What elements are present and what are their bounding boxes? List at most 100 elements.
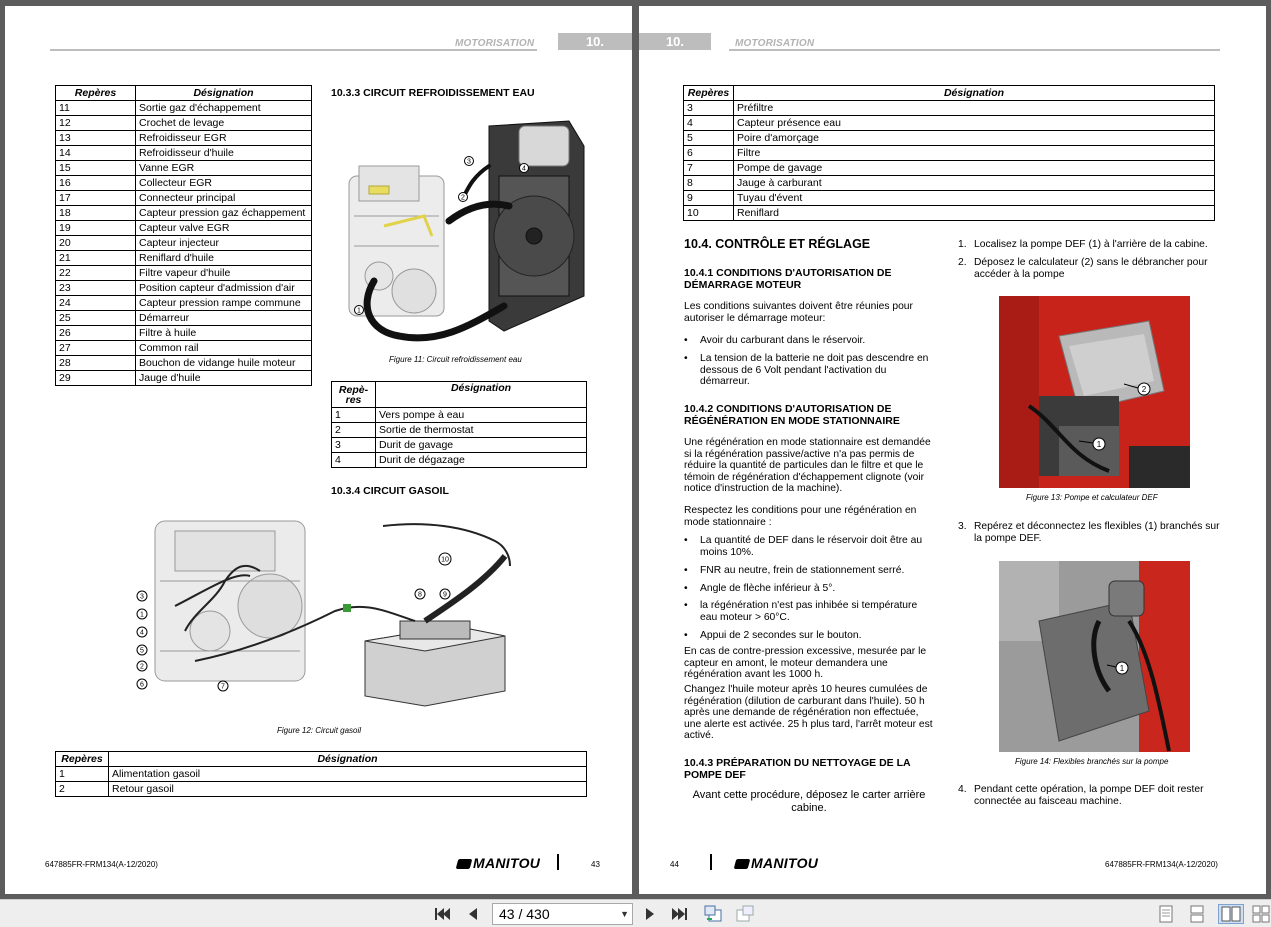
pdf-page-right: 10. MOTORISATION Repères Désignation 3 Pr…: [639, 6, 1266, 894]
table-row: 12 Crochet de levage: [55, 115, 312, 131]
page-dropdown-arrow-icon[interactable]: ▼: [620, 904, 629, 924]
cell-designation: Crochet de levage: [135, 115, 312, 131]
header-title: MOTORISATION: [455, 38, 535, 49]
cell-designation: Retour gasoil: [108, 781, 587, 797]
page-number: 43: [591, 860, 600, 869]
fig11-callout: 1: [357, 308, 361, 315]
cell-repere: 1: [331, 407, 376, 423]
cell-designation: Collecteur EGR: [135, 175, 312, 191]
footer-document-code: 647885FR-FRM134(A-12/2020): [1105, 860, 1218, 869]
bullet-item: • Avoir du carburant dans le réservoir.: [684, 335, 866, 346]
cell-designation: Vers pompe à eau: [375, 407, 587, 423]
cell-designation: Pompe de gavage: [733, 160, 1215, 176]
last-page-button[interactable]: [670, 904, 690, 924]
cell-repere: 3: [683, 100, 734, 116]
facing-view-icon: [1221, 906, 1241, 922]
page-number: 44: [670, 860, 679, 869]
cell-repere: 21: [55, 250, 136, 266]
go-back-view-button[interactable]: [702, 904, 724, 924]
fig12-callout: 6: [140, 682, 144, 689]
col-header-designation: Désignation: [135, 85, 312, 101]
section-heading-1041: 10.4.1 CONDITIONS D'AUTORISATION DE DÉMA…: [684, 267, 892, 291]
single-page-view-icon: [1159, 905, 1173, 923]
manitou-logo: MANITOU: [733, 855, 818, 871]
fig12-callout: 7: [221, 684, 225, 691]
header-chapter-number: 10.: [558, 33, 632, 50]
cell-designation: Préfiltre: [733, 100, 1215, 116]
step-item: 2. Déposez le calculateur (2) sans le déb…: [958, 257, 1208, 280]
col-header-reperes: Repères: [55, 751, 109, 767]
figure-12-caption: Figure 12: Circuit gasoil: [277, 726, 362, 735]
cell-repere: 13: [55, 130, 136, 146]
header-rule: [729, 49, 1220, 51]
cell-repere: 6: [683, 145, 734, 161]
cell-designation: Filtre vapeur d'huile: [135, 265, 312, 281]
cell-designation: Reniflard: [733, 205, 1215, 221]
col-header-reperes: Repè-res: [331, 381, 376, 408]
continuous-facing-view-button[interactable]: [1251, 904, 1271, 924]
cell-designation: Tuyau d'évent: [733, 190, 1215, 206]
cell-designation: Capteur présence eau: [733, 115, 1215, 131]
cell-designation: Jauge d'huile: [135, 370, 312, 386]
bullet-item: • FNR au neutre, frein de stationnement s…: [684, 565, 905, 576]
col-header-reperes: Repères: [55, 85, 136, 101]
table-row: 17 Connecteur principal: [55, 190, 312, 206]
paragraph-1042a: Une régénération en mode stationnaire es…: [684, 437, 931, 495]
first-page-button[interactable]: [432, 904, 452, 924]
cell-repere: 7: [683, 160, 734, 176]
cell-designation: Poire d'amorçage: [733, 130, 1215, 146]
table-row: 4 Capteur présence eau: [683, 115, 1215, 131]
cell-repere: 19: [55, 220, 136, 236]
table-row: 1 Alimentation gasoil: [55, 766, 587, 782]
footer-document-code: 647885FR-FRM134(A-12/2020): [45, 860, 158, 869]
next-page-button[interactable]: [642, 904, 658, 924]
cell-designation: Filtre: [733, 145, 1215, 161]
single-page-view-button[interactable]: [1157, 904, 1175, 924]
cell-repere: 4: [331, 452, 376, 468]
cell-repere: 22: [55, 265, 136, 281]
cell-designation: Durit de dégazage: [375, 452, 587, 468]
step-item: 1. Localisez la pompe DEF (1) à l'arrière…: [958, 239, 1208, 250]
figure-cooling-circuit: 3 4 2 1: [348, 120, 585, 342]
cell-repere: 25: [55, 310, 136, 326]
cell-designation: Position capteur d'admission d'air: [135, 280, 312, 296]
go-forward-view-button[interactable]: [734, 904, 756, 924]
table-row: 24 Capteur pression rampe commune: [55, 295, 312, 311]
table-row: 3 Préfiltre: [683, 100, 1215, 116]
cell-designation: Capteur pression gaz échappement: [135, 205, 312, 221]
parts-table-cooling: Repè-res Désignation 1 Vers pompe à eau 2 S…: [331, 381, 587, 468]
table-row: 20 Capteur injecteur: [55, 235, 312, 251]
bullet-item: • la régénération n'est pas inhibée si te…: [684, 600, 918, 623]
table-row: 18 Capteur pression gaz échappement: [55, 205, 312, 221]
cell-repere: 23: [55, 280, 136, 296]
facing-view-button[interactable]: [1218, 904, 1244, 924]
table-row: 8 Jauge à carburant: [683, 175, 1215, 191]
footer-separator: [557, 854, 559, 870]
cell-designation: Alimentation gasoil: [108, 766, 587, 782]
fig13-callout: 2: [1142, 385, 1147, 394]
figure-13-photo: 2 1: [999, 296, 1190, 488]
page-number-input[interactable]: 43 / 430 ▼: [492, 903, 633, 925]
cell-repere: 28: [55, 355, 136, 371]
paragraph-1042c: En cas de contre-pression excessive, mes…: [684, 646, 927, 681]
table-row: 1 Vers pompe à eau: [331, 407, 587, 423]
parts-table-fuel: Repères Désignation 1 Alimentation gasoil…: [55, 751, 587, 797]
cell-repere: 12: [55, 115, 136, 131]
previous-page-button[interactable]: [465, 904, 481, 924]
table-row: 7 Pompe de gavage: [683, 160, 1215, 176]
manitou-logo-mark: [455, 859, 473, 869]
cell-designation: Common rail: [135, 340, 312, 356]
fig12-callout: 10: [441, 557, 449, 564]
continuous-view-button[interactable]: [1188, 904, 1206, 924]
cell-repere: 1: [55, 766, 109, 782]
section-heading-104: 10.4. CONTRÔLE ET RÉGLAGE: [684, 237, 871, 251]
step-item: 3. Repérez et déconnectez les flexibles (…: [958, 521, 1220, 544]
cell-designation: Vanne EGR: [135, 160, 312, 176]
table-row: 3 Durit de gavage: [331, 437, 587, 453]
fig11-callout: 2: [461, 195, 465, 202]
cell-repere: 17: [55, 190, 136, 206]
paragraph-1041: Les conditions suivantes doivent être ré…: [684, 301, 913, 324]
cell-designation: Durit de gavage: [375, 437, 587, 453]
manitou-logo: MANITOU: [455, 855, 540, 871]
next-page-icon: [646, 908, 654, 920]
